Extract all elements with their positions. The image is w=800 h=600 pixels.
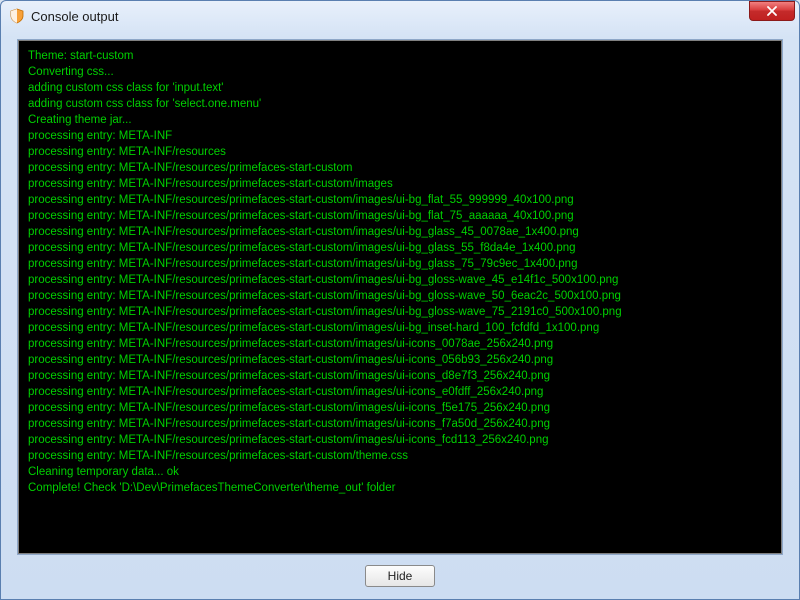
- console-line: processing entry: META-INF/resources/pri…: [28, 208, 772, 224]
- console-line: processing entry: META-INF: [28, 128, 772, 144]
- console-line: processing entry: META-INF/resources: [28, 144, 772, 160]
- console-line: processing entry: META-INF/resources/pri…: [28, 416, 772, 432]
- console-line: processing entry: META-INF/resources/pri…: [28, 448, 772, 464]
- console-line: processing entry: META-INF/resources/pri…: [28, 368, 772, 384]
- console-line: processing entry: META-INF/resources/pri…: [28, 320, 772, 336]
- console-output[interactable]: Theme: start-customConverting css...addi…: [17, 39, 783, 555]
- console-line: adding custom css class for 'input.text': [28, 80, 772, 96]
- console-line: processing entry: META-INF/resources/pri…: [28, 288, 772, 304]
- client-area: Theme: start-customConverting css...addi…: [1, 31, 799, 599]
- button-row: Hide: [17, 555, 783, 587]
- window-title: Console output: [31, 9, 749, 24]
- console-line: processing entry: META-INF/resources/pri…: [28, 160, 772, 176]
- console-line: processing entry: META-INF/resources/pri…: [28, 272, 772, 288]
- console-line: processing entry: META-INF/resources/pri…: [28, 352, 772, 368]
- close-button[interactable]: [749, 1, 795, 21]
- console-line: Complete! Check 'D:\Dev\PrimefacesThemeC…: [28, 480, 772, 496]
- console-line: adding custom css class for 'select.one.…: [28, 96, 772, 112]
- console-line: processing entry: META-INF/resources/pri…: [28, 336, 772, 352]
- close-icon: [766, 6, 778, 16]
- titlebar[interactable]: Console output: [1, 1, 799, 31]
- console-line: processing entry: META-INF/resources/pri…: [28, 432, 772, 448]
- hide-button[interactable]: Hide: [365, 565, 435, 587]
- console-line: processing entry: META-INF/resources/pri…: [28, 240, 772, 256]
- console-line: Theme: start-custom: [28, 48, 772, 64]
- console-line: processing entry: META-INF/resources/pri…: [28, 192, 772, 208]
- console-line: processing entry: META-INF/resources/pri…: [28, 400, 772, 416]
- console-line: Converting css...: [28, 64, 772, 80]
- console-line: processing entry: META-INF/resources/pri…: [28, 224, 772, 240]
- console-line: Creating theme jar...: [28, 112, 772, 128]
- app-icon: [9, 8, 25, 24]
- window-frame: Console output Theme: start-customConver…: [0, 0, 800, 600]
- console-line: processing entry: META-INF/resources/pri…: [28, 304, 772, 320]
- console-line: processing entry: META-INF/resources/pri…: [28, 384, 772, 400]
- console-line: processing entry: META-INF/resources/pri…: [28, 176, 772, 192]
- console-line: Cleaning temporary data... ok: [28, 464, 772, 480]
- console-line: processing entry: META-INF/resources/pri…: [28, 256, 772, 272]
